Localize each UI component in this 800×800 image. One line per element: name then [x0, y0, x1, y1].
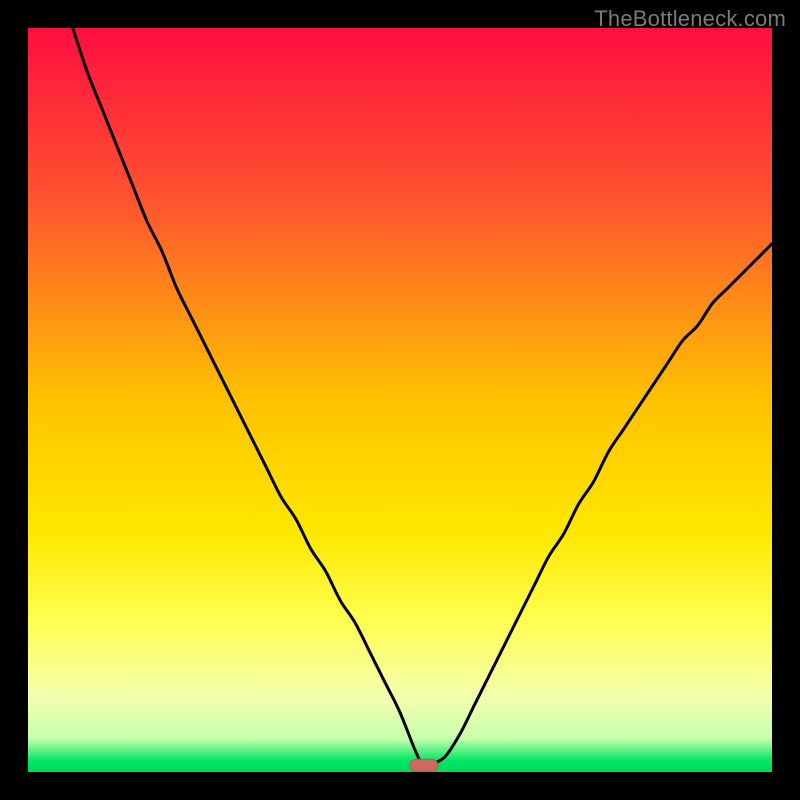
gradient-background: [28, 28, 772, 772]
plot-area: [28, 28, 772, 772]
watermark-text: TheBottleneck.com: [594, 6, 786, 32]
chart-frame: TheBottleneck.com: [0, 0, 800, 800]
optimal-marker: [410, 759, 438, 771]
bottleneck-chart: [28, 28, 772, 772]
